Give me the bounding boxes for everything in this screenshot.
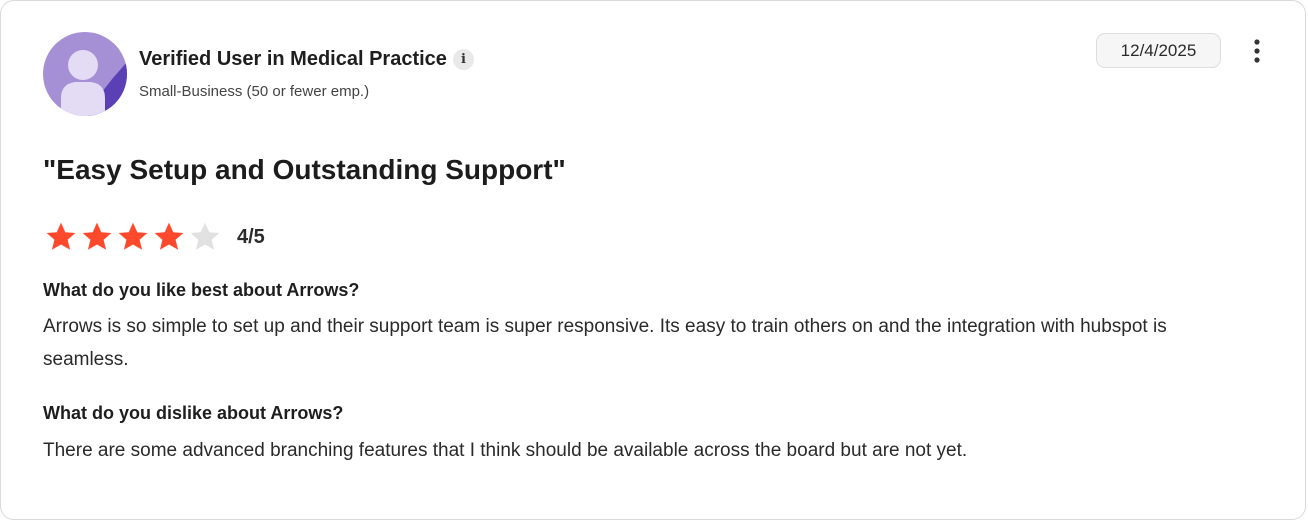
question-dislike: What do you dislike about Arrows? [43, 403, 344, 423]
star-filled-icon [118, 222, 148, 250]
company-size-label: Small-Business (50 or fewer emp.) [139, 83, 370, 100]
star-filled-icon [46, 222, 76, 250]
review-date-badge: 12/4/2025 [1096, 33, 1221, 68]
answer-like-best: Arrows is so simple to set up and their … [43, 316, 1167, 370]
answer-dislike: There are some advanced branching featur… [43, 440, 968, 461]
star-empty-icon [190, 222, 220, 250]
review-card: Verified User in Medical Practice i Smal… [0, 0, 1306, 520]
question-like-best: What do you like best about Arrows? [43, 280, 360, 300]
rating-text: 4/5 [237, 225, 265, 248]
info-icon[interactable]: i [452, 49, 474, 70]
reviewer-name: Verified User in Medical Practice i [139, 48, 474, 71]
star-filled-icon [154, 222, 184, 250]
star-rating: 4/5 [45, 220, 265, 254]
stars-container [45, 221, 225, 253]
review-title: "Easy Setup and Outstanding Support" [43, 154, 566, 185]
more-vertical-icon[interactable] [1243, 37, 1271, 65]
star-filled-icon [82, 222, 112, 250]
user-avatar-icon [43, 32, 127, 116]
reviewer-name-text: Verified User in Medical Practice [139, 48, 447, 70]
